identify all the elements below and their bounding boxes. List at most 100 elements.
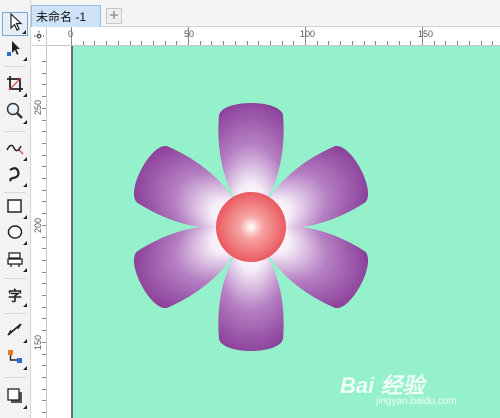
ruler-tick	[433, 41, 435, 45]
ruler-tick	[410, 41, 412, 45]
drop-shadow-tool[interactable]	[2, 386, 28, 410]
ruler-tick	[328, 41, 330, 45]
ruler-tick	[375, 41, 377, 45]
ruler-tick	[42, 365, 46, 367]
stamp-polygon-icon	[5, 249, 25, 274]
new-document-tab-button[interactable]	[106, 8, 122, 24]
ruler-tick	[117, 41, 119, 45]
shape-tool[interactable]	[2, 38, 28, 62]
plus-icon	[109, 7, 119, 25]
pick-tool[interactable]	[2, 12, 28, 36]
ruler-tick	[141, 41, 143, 45]
ruler-tick	[445, 41, 447, 45]
ruler-tick	[164, 41, 166, 45]
crop-tool[interactable]	[2, 74, 28, 98]
ruler-tick	[42, 119, 46, 121]
text-tool[interactable]: 字	[2, 284, 28, 308]
ruler-tick	[129, 41, 131, 45]
artistic-media-tool[interactable]	[2, 164, 28, 188]
horizontal-ruler[interactable]: 0 50 100 150	[47, 27, 500, 46]
ruler-tick	[351, 41, 353, 45]
ruler-tick	[293, 41, 295, 45]
crop-icon	[5, 74, 25, 99]
text-icon: 字	[8, 289, 22, 305]
document-tab-title: 未命名 -1	[36, 10, 87, 24]
ruler-tick	[223, 41, 225, 45]
connector-icon	[5, 347, 25, 372]
toolbox: 字	[0, 0, 31, 418]
ruler-tick	[386, 41, 388, 45]
ruler-tick	[42, 306, 46, 308]
ruler-tick	[42, 388, 46, 390]
ruler-tick	[42, 400, 46, 402]
ruler-tick	[42, 353, 46, 355]
vertical-ruler-label: 250	[33, 99, 43, 115]
ruler-tick	[42, 178, 46, 179]
ruler-tick	[468, 41, 470, 45]
horizontal-ruler-label: 50	[184, 29, 195, 39]
rectangle-tool[interactable]	[2, 196, 28, 220]
brush-curve-icon	[5, 164, 25, 189]
drawing-workspace[interactable]	[47, 46, 500, 418]
ruler-tick	[42, 131, 46, 133]
ruler-tick	[199, 41, 201, 45]
horizontal-ruler-label: 0	[68, 29, 74, 39]
ruler-tick	[211, 41, 213, 45]
vertical-ruler-label: 150	[33, 334, 43, 350]
flower-center[interactable]	[216, 192, 286, 262]
ruler-tick	[42, 236, 46, 238]
ruler-tick	[176, 41, 178, 45]
ruler-tick	[42, 248, 46, 250]
dimension-line-icon	[5, 320, 25, 345]
coreldraw-window: 字 未命名 -1 0 50 100 150 250 200 150 Bai 经验…	[0, 0, 500, 418]
ruler-tick	[42, 61, 46, 62]
ruler-tick	[42, 142, 46, 144]
ruler-tick	[82, 41, 84, 45]
vertical-ruler-label: 200	[33, 217, 43, 233]
ruler-tick	[281, 41, 283, 45]
ruler-tick	[42, 166, 46, 168]
vertical-ruler[interactable]: 250 200 150	[31, 46, 47, 418]
ruler-tick	[42, 295, 46, 296]
ruler-tick	[42, 259, 46, 261]
polygon-tool[interactable]	[2, 249, 28, 273]
ruler-tick	[316, 41, 318, 45]
magnifier-icon	[5, 101, 25, 126]
ruler-tick	[152, 41, 154, 45]
freehand-tool[interactable]	[2, 138, 28, 162]
ruler-tick	[42, 96, 46, 98]
ellipse-icon	[5, 222, 25, 247]
ellipse-tool[interactable]	[2, 222, 28, 246]
ruler-tick	[363, 41, 365, 45]
parallel-dimension-tool[interactable]	[2, 320, 28, 344]
horizontal-ruler-label: 150	[418, 29, 434, 39]
ruler-tick	[106, 41, 108, 45]
ruler-tick	[42, 318, 46, 320]
node-shape-icon	[5, 38, 25, 63]
ruler-tick	[42, 201, 46, 203]
ruler-tick	[42, 283, 46, 285]
ruler-tick	[42, 271, 46, 273]
zoom-tool[interactable]	[2, 101, 28, 125]
ruler-tick	[457, 41, 459, 45]
ruler-tick	[246, 41, 248, 45]
ruler-tick	[340, 41, 342, 45]
ruler-tick	[42, 189, 46, 191]
ruler-tick	[258, 41, 260, 45]
ruler-tick	[42, 412, 46, 413]
ruler-tick	[42, 330, 46, 332]
ruler-tick	[492, 41, 494, 45]
rectangle-icon	[5, 196, 25, 221]
ruler-tick	[42, 376, 46, 378]
ruler-tick	[42, 154, 46, 156]
document-tab[interactable]: 未命名 -1	[31, 5, 101, 27]
connector-tool[interactable]	[2, 347, 28, 371]
ruler-tick	[42, 72, 46, 74]
drop-shadow-icon	[5, 386, 25, 411]
ruler-tick	[42, 213, 46, 215]
page-canvas[interactable]	[73, 46, 500, 418]
ruler-tick	[480, 41, 482, 45]
ruler-origin-corner[interactable]	[31, 27, 47, 46]
ruler-tick	[269, 41, 271, 45]
flower-drawing[interactable]	[73, 46, 500, 418]
